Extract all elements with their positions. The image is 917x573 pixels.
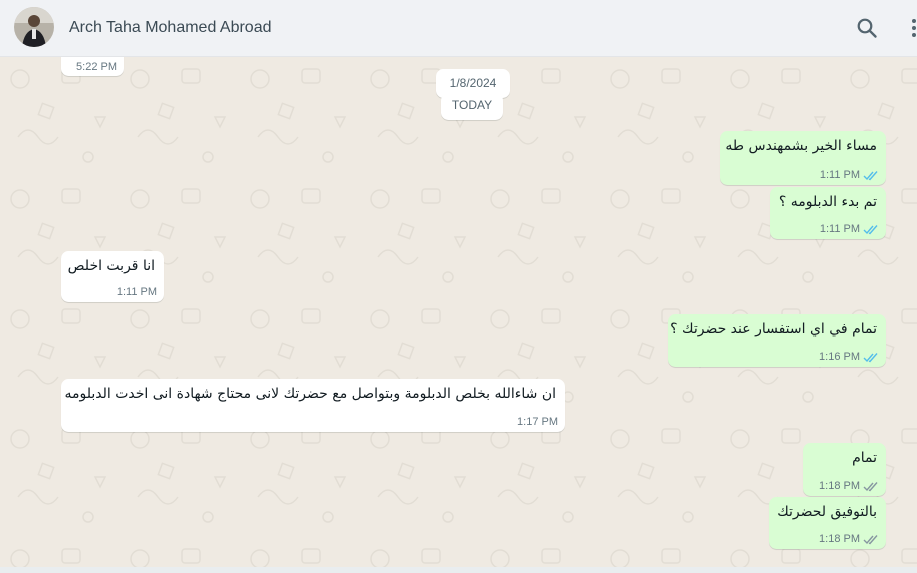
chat-panel[interactable]: 5:22 PM 1/8/2024 TODAY مساء الخير بشمهند… <box>0 57 917 567</box>
message-time: 1:17 PM <box>517 416 558 428</box>
message-meta: 1:11 PM <box>820 169 879 181</box>
message-bubble-partial: 5:22 PM <box>61 57 124 76</box>
read-receipt-icon <box>863 352 878 362</box>
message-text: انا قربت اخلص <box>67 258 155 274</box>
today-label: TODAY <box>451 98 493 112</box>
message-meta: 1:17 PM <box>517 416 558 428</box>
message-text: تمام في اي استفسار عند حضرتك ؟ <box>670 321 877 337</box>
message-time: 1:11 PM <box>819 169 860 181</box>
message-meta: 1:18 PM <box>819 533 879 545</box>
message-bubble-outgoing[interactable]: تمام 1:18 PM <box>803 443 886 496</box>
message-meta: 1:18 PM <box>819 480 879 492</box>
message-time: 1:11 PM <box>116 286 157 298</box>
message-meta: 1:11 PM <box>117 286 157 298</box>
message-time: 1:11 PM <box>819 223 860 235</box>
message-time: 1:18 PM <box>819 480 860 492</box>
search-icon[interactable] <box>855 16 879 40</box>
contact-avatar[interactable] <box>14 7 54 47</box>
menu-icon[interactable] <box>908 16 917 40</box>
delivered-receipt-icon <box>863 534 878 544</box>
message-bubble-incoming[interactable]: انا قربت اخلص 1:11 PM <box>61 251 164 302</box>
message-text: ان شاءالله بخلص الدبلومة وبتواصل مع حضرت… <box>64 386 556 402</box>
message-text: مساء الخير بشمهندس طه <box>725 138 877 154</box>
message-bubble-incoming[interactable]: ان شاءالله بخلص الدبلومة وبتواصل مع حضرت… <box>61 379 565 432</box>
read-receipt-icon <box>863 170 878 180</box>
message-time: 5:22 PM <box>76 61 117 73</box>
message-bubble-outgoing[interactable]: تم بدء الدبلومه ؟ 1:11 PM <box>770 187 886 239</box>
message-bubble-outgoing[interactable]: مساء الخير بشمهندس طه 1:11 PM <box>720 131 886 185</box>
message-meta: 1:16 PM <box>819 351 879 363</box>
chat-bottom-edge <box>0 567 917 573</box>
delivered-receipt-icon <box>863 481 878 491</box>
message-time: 1:18 PM <box>819 533 860 545</box>
contact-name[interactable]: Arch Taha Mohamed Abroad <box>69 19 272 37</box>
message-text: بالتوفيق لحضرتك <box>777 504 877 520</box>
date-label: 1/8/2024 <box>449 76 497 90</box>
today-divider: TODAY <box>441 93 503 120</box>
read-receipt-icon <box>863 224 878 234</box>
message-text: تمام <box>852 450 877 466</box>
chat-header: Arch Taha Mohamed Abroad <box>0 0 917 57</box>
message-bubble-outgoing[interactable]: تمام في اي استفسار عند حضرتك ؟ 1:16 PM <box>668 314 886 367</box>
message-meta: 1:11 PM <box>820 223 879 235</box>
message-text: تم بدء الدبلومه ؟ <box>778 194 877 210</box>
message-bubble-outgoing[interactable]: بالتوفيق لحضرتك 1:18 PM <box>769 497 886 549</box>
message-time: 1:16 PM <box>819 351 860 363</box>
